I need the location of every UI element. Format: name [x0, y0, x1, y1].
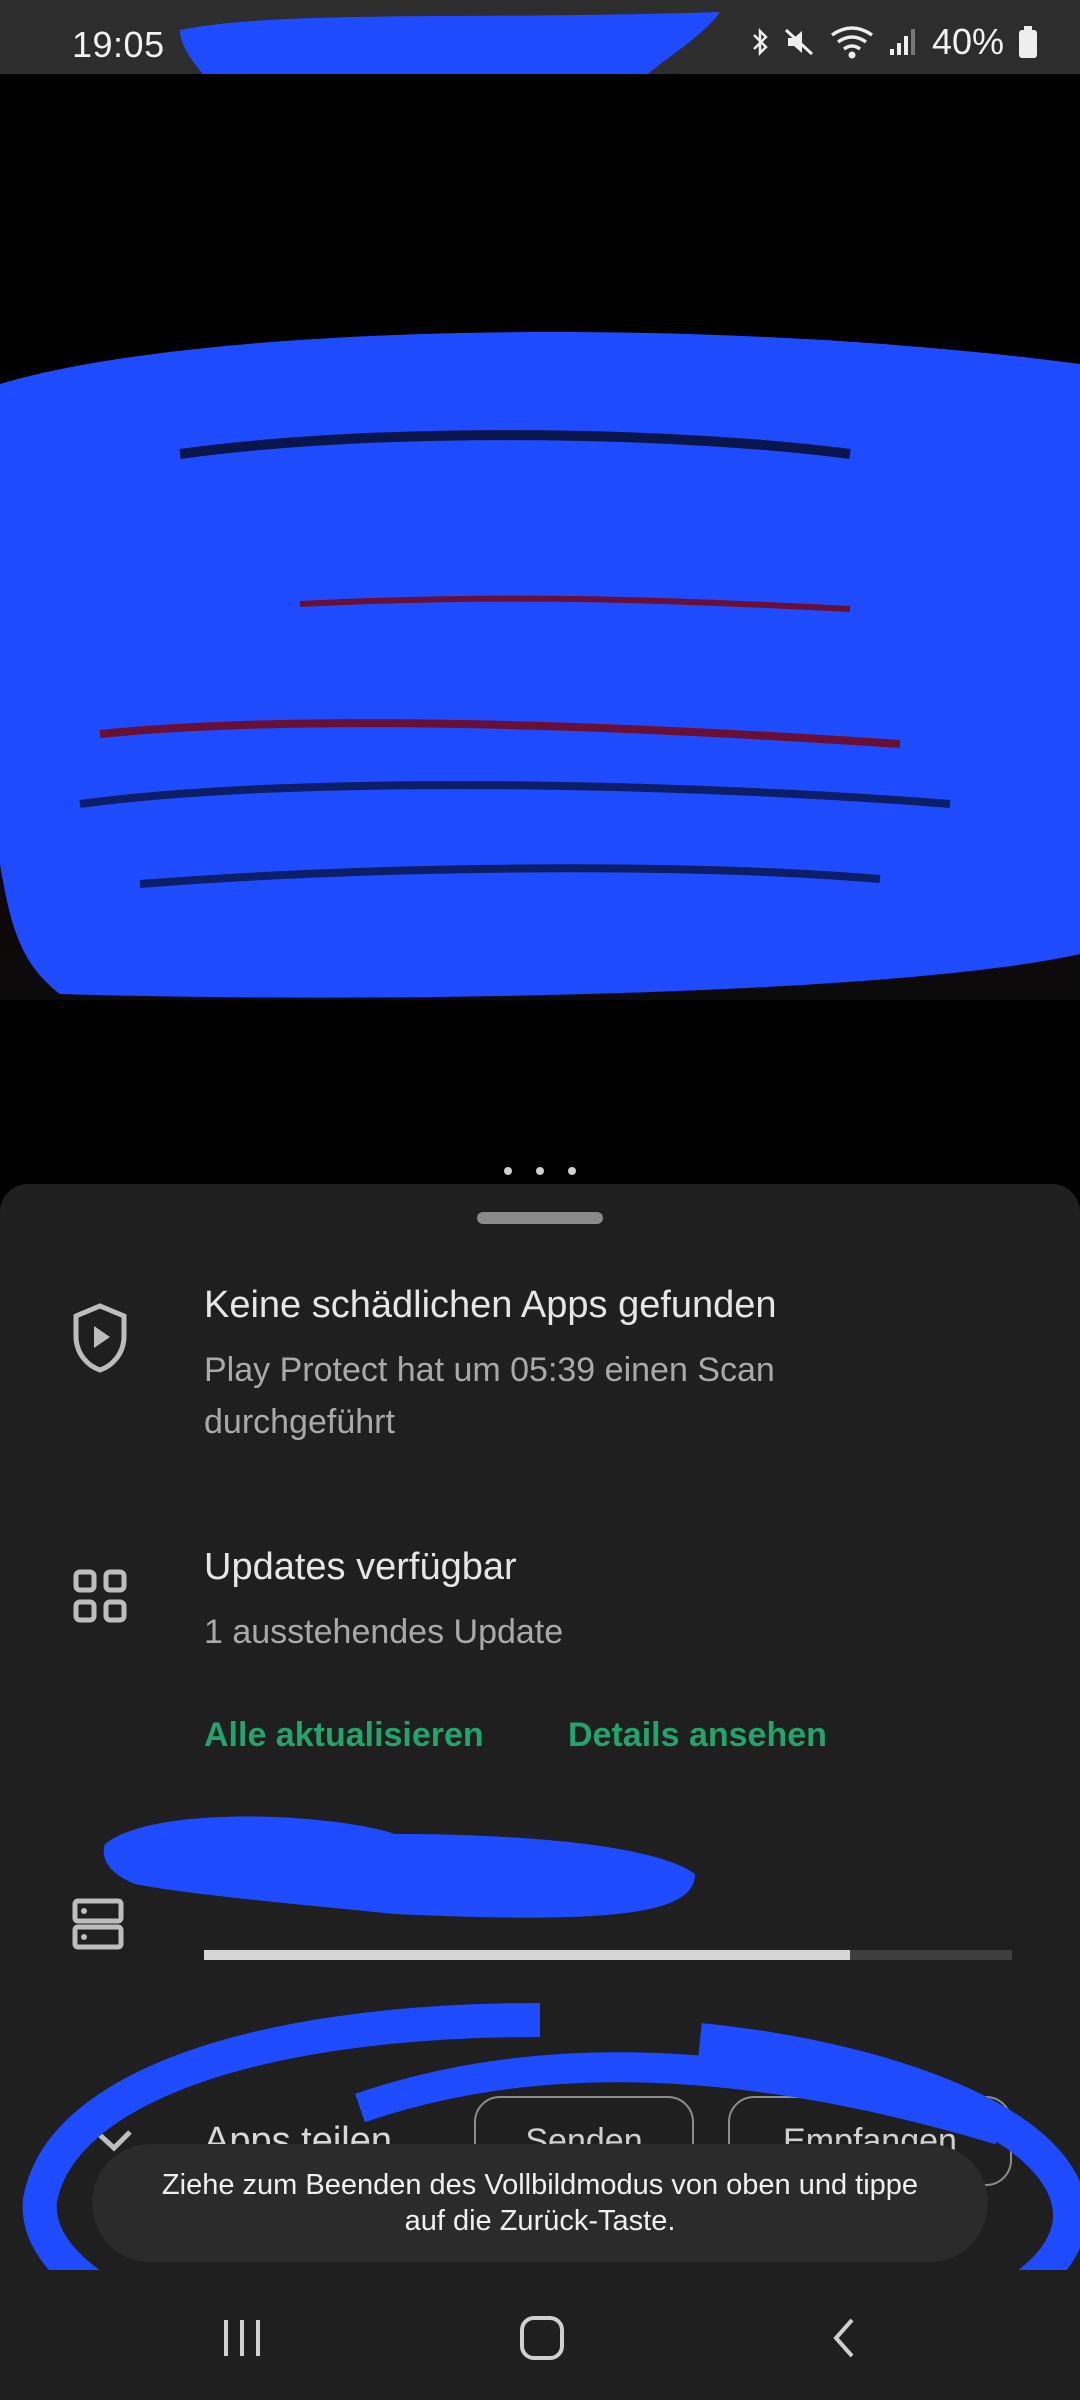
home-icon: [520, 2316, 564, 2360]
apps-grid-icon: [70, 1566, 130, 1631]
recents-icon: [224, 2320, 260, 2356]
battery-percent: 40%: [931, 21, 1004, 62]
sheet-drag-handle[interactable]: [477, 1212, 603, 1224]
divider-dot: [504, 1167, 512, 1175]
back-icon: [833, 2318, 854, 2358]
updates-title: Updates verfügbar: [204, 1546, 517, 1588]
storage-progress-fill: [204, 1950, 851, 1960]
protect-subtitle: Play Protect hat um 05:39 einen Scan dur…: [204, 1351, 775, 1441]
status-icons: 40%: [752, 21, 1038, 62]
home-button[interactable]: [502, 2298, 582, 2378]
navigation-bar: [0, 2270, 1080, 2400]
signal-icon: [888, 27, 918, 57]
redaction-storage: [103, 1816, 695, 1918]
recents-button[interactable]: [202, 2298, 282, 2378]
status-time: 19:05: [72, 24, 165, 65]
toast-line-1: Ziehe zum Beenden des Vollbildmodus von …: [161, 2169, 919, 2201]
top-app-window[interactable]: ...ere Angestellten Wintersc...: [0, 74, 1080, 1160]
status-bar: 19:05 40%: [0, 0, 1080, 110]
toast-line-2: auf die Zurück-Taste.: [404, 2205, 676, 2237]
divider-dot: [568, 1167, 576, 1175]
wifi-icon: [830, 25, 874, 59]
battery-icon: [1018, 25, 1038, 59]
screen: 19:05 40% ...ere Angestellten Wintersc..…: [0, 0, 1080, 2400]
fullscreen-toast: Ziehe zum Beenden des Vollbildmodus von …: [92, 2144, 988, 2262]
storage-progress-bar: [204, 1950, 1012, 1960]
updates-subtitle: 1 ausstehendes Update: [204, 1613, 564, 1651]
bluetooth-icon: [752, 27, 770, 57]
video-caption: ...ere Angestellten Wintersc...: [290, 580, 629, 610]
video-frame[interactable]: [0, 390, 1080, 1000]
protect-title: Keine schädlichen Apps gefunden: [204, 1284, 777, 1326]
shield-play-icon: [70, 1302, 130, 1379]
see-details-button[interactable]: Details ansehen: [568, 1716, 827, 1755]
split-divider-handle[interactable]: [504, 1163, 576, 1179]
update-all-button[interactable]: Alle aktualisieren: [204, 1716, 484, 1755]
divider-dot: [536, 1167, 544, 1175]
storage-icon: [70, 1896, 126, 1957]
mute-icon: [784, 26, 816, 58]
back-button[interactable]: [804, 2298, 884, 2378]
